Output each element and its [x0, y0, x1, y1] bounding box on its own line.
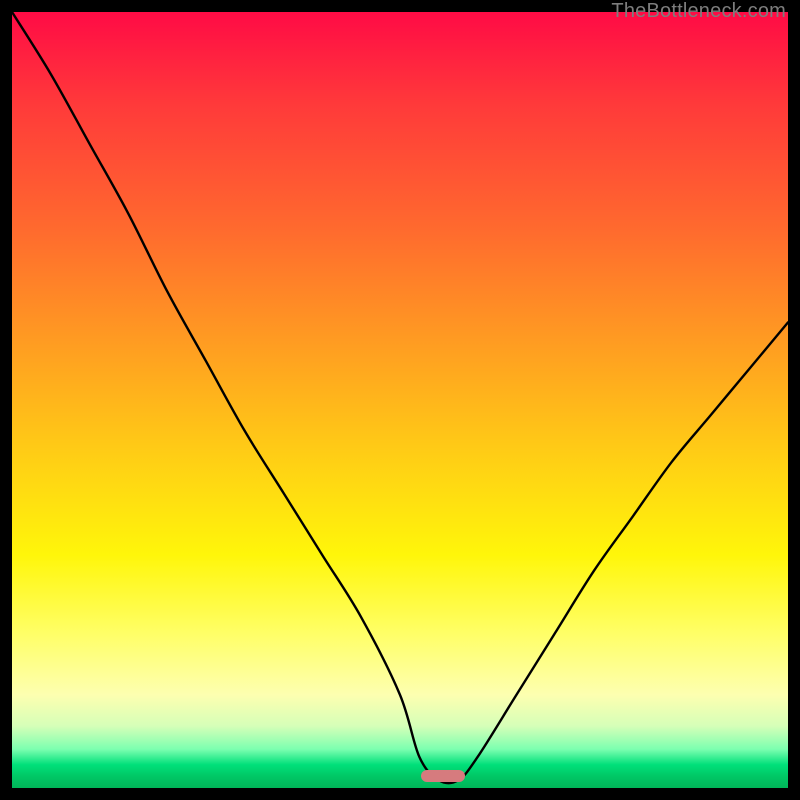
optimum-marker: [421, 770, 465, 782]
chart-plot-area: [12, 12, 788, 788]
chart-frame: TheBottleneck.com: [0, 0, 800, 800]
bottleneck-curve: [12, 12, 788, 788]
watermark-text: TheBottleneck.com: [611, 0, 786, 23]
